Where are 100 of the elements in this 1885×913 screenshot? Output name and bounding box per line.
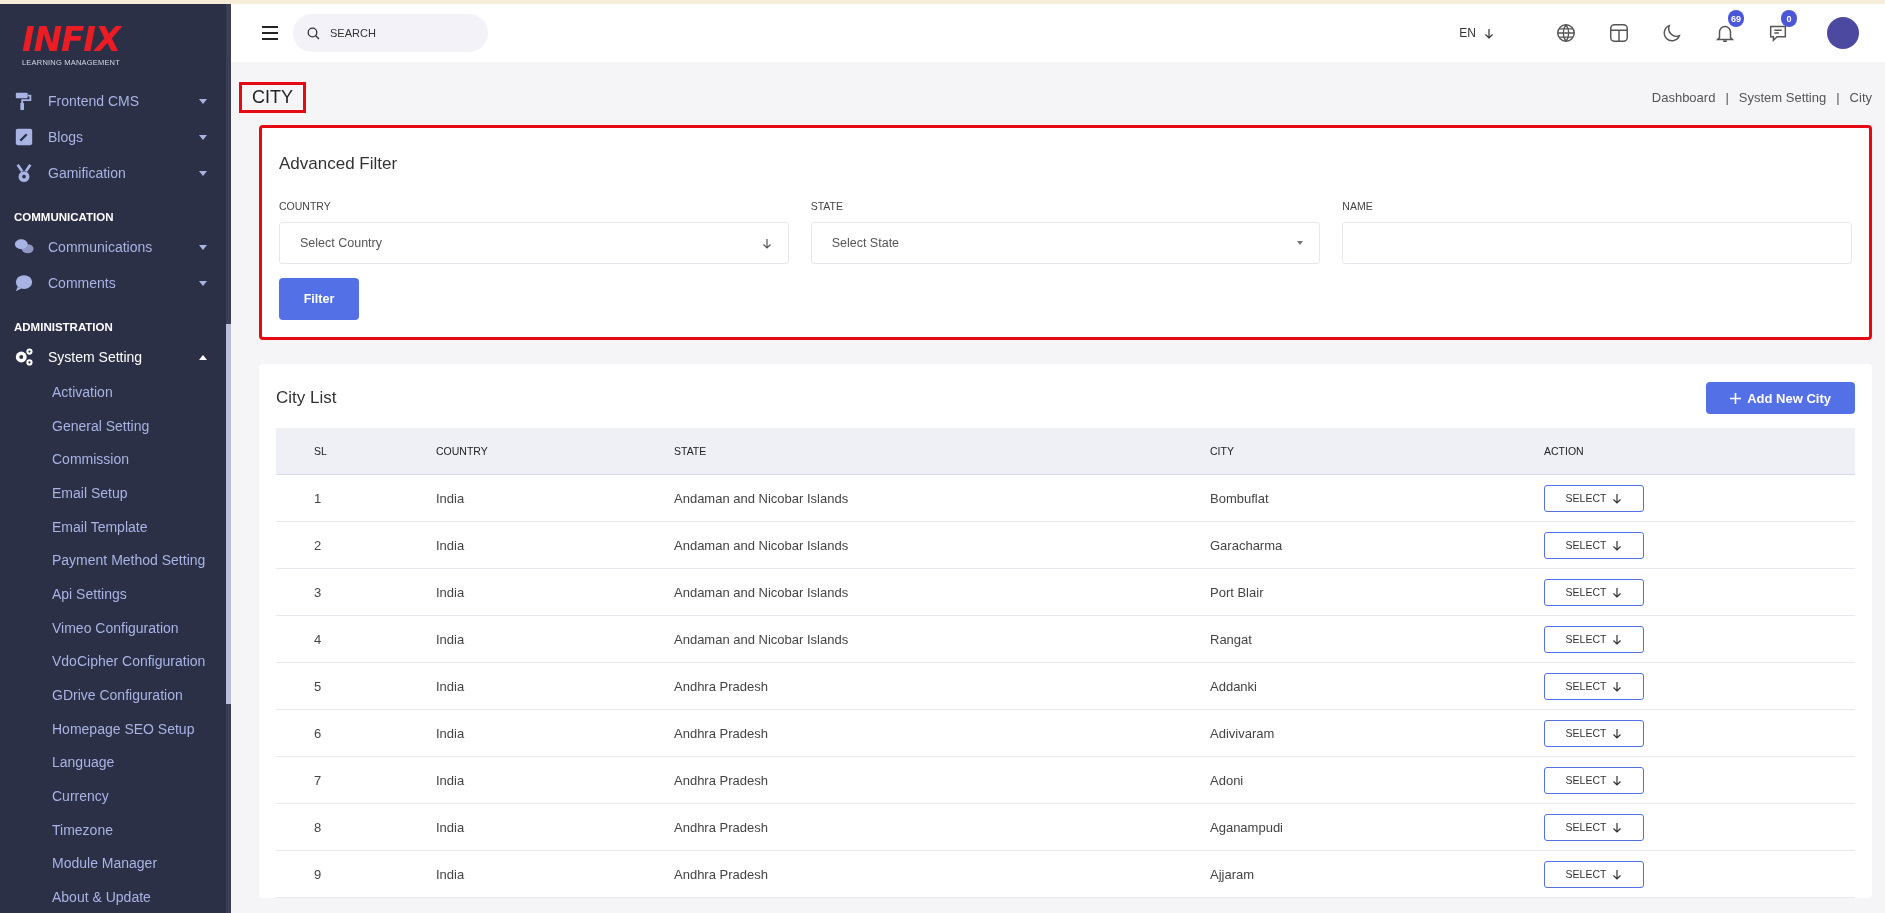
table-cell-text: 9 <box>313 866 323 882</box>
page-title: CITY <box>239 82 306 113</box>
card-title: Advanced Filter <box>279 154 399 174</box>
table-cell-text: Andhra Pradesh <box>674 819 769 835</box>
select-button[interactable]: SELECT <box>1544 531 1644 559</box>
sidebar-item[interactable]: Frontend CMS <box>0 83 225 119</box>
arrow-down-icon <box>1612 680 1623 692</box>
arrow-down-icon <box>1612 821 1623 833</box>
breadcrumb-link[interactable]: System Setting <box>1738 90 1827 105</box>
arrow-down-icon <box>1484 27 1494 39</box>
submenu-item[interactable]: Timezone <box>0 812 225 847</box>
submenu-item[interactable]: Currency <box>0 779 225 813</box>
field-label: COUNTRY <box>279 200 332 212</box>
sidebar-item[interactable]: Blogs <box>0 119 225 155</box>
table-cell-text: Andhra Pradesh <box>674 772 769 788</box>
sidebar-item[interactable]: Communications <box>0 229 225 265</box>
input-field[interactable] <box>1342 222 1852 264</box>
table-cell-text: India <box>436 537 466 553</box>
column-header: COUNTRY <box>436 445 489 457</box>
select-field[interactable]: Select State <box>810 222 1321 264</box>
breadcrumb-link[interactable]: Dashboard <box>1651 90 1716 105</box>
layout-icon[interactable] <box>1608 22 1630 44</box>
submenu-item[interactable]: General Setting <box>0 408 225 443</box>
arrow-down-icon <box>1612 774 1623 786</box>
select-button[interactable]: SELECT <box>1544 484 1644 512</box>
table-cell-text: Andaman and Nicobar Islands <box>674 631 850 647</box>
arrow-down-icon <box>761 237 772 249</box>
table-cell-text: 3 <box>313 584 323 600</box>
moon-icon[interactable] <box>1661 22 1683 44</box>
table-cell-text: India <box>436 631 466 647</box>
breadcrumb-link[interactable]: City <box>1849 90 1872 105</box>
submenu-item[interactable]: Commission <box>0 442 225 477</box>
table-cell-text: Adivivaram <box>1210 725 1276 741</box>
select-button[interactable]: SELECT <box>1544 578 1644 606</box>
arrow-down-icon <box>1612 633 1623 645</box>
table-cell-text: Adoni <box>1210 772 1245 788</box>
message-badge: 0 <box>1781 10 1797 27</box>
submenu-item[interactable]: Module Manager <box>0 846 225 881</box>
field-label: STATE <box>810 200 844 212</box>
add-city-button[interactable]: Add New City <box>1706 382 1855 414</box>
arrow-down-icon <box>1612 868 1623 880</box>
submenu-item[interactable]: Payment Method Setting <box>0 543 225 578</box>
table-cell-text: India <box>436 866 466 882</box>
table-cell-text: 6 <box>313 725 323 741</box>
select-button[interactable]: SELECT <box>1544 719 1644 747</box>
submenu-item[interactable]: Vimeo Configuration <box>0 610 225 645</box>
breadcrumb-separator: | <box>1836 90 1840 105</box>
table-cell-text: India <box>436 772 466 788</box>
menu-icon[interactable] <box>261 26 279 40</box>
sidebar-item[interactable]: System Setting <box>0 339 225 375</box>
column-header: STATE <box>674 445 708 457</box>
table-cell-text: Andhra Pradesh <box>674 725 769 741</box>
roller-icon <box>14 91 34 111</box>
select-button[interactable]: SELECT <box>1544 625 1644 653</box>
scrollbar-thumb[interactable] <box>226 324 231 704</box>
filter-button[interactable]: Filter <box>279 278 359 320</box>
submenu-item[interactable]: Language <box>0 745 225 780</box>
section-heading: COMMUNICATION <box>13 210 115 225</box>
language-selector[interactable]: EN <box>1459 26 1494 40</box>
medal-icon <box>14 163 34 183</box>
submenu-item[interactable]: GDrive Configuration <box>0 678 225 712</box>
notification-badge: 69 <box>1728 10 1744 27</box>
select-button[interactable]: SELECT <box>1544 766 1644 794</box>
submenu-item[interactable]: About & Update <box>0 880 225 913</box>
select-button[interactable]: SELECT <box>1544 813 1644 841</box>
plus-icon <box>1730 392 1742 404</box>
sidebar-item[interactable]: Gamification <box>0 155 225 191</box>
table-cell-text: Port Blair <box>1210 584 1265 600</box>
submenu-item[interactable]: Email Setup <box>0 476 225 510</box>
column-header: CITY <box>1210 445 1235 457</box>
submenu-item[interactable]: Activation <box>0 375 225 409</box>
submenu-item[interactable]: Email Template <box>0 509 225 544</box>
table-cell-text: India <box>436 490 466 506</box>
field-label: NAME <box>1342 200 1374 212</box>
table-cell-text: India <box>436 678 466 694</box>
table-cell-text: Andhra Pradesh <box>674 866 769 882</box>
table-cell-text: 8 <box>313 819 323 835</box>
submenu-item[interactable]: Api Settings <box>0 577 225 611</box>
globe-icon[interactable] <box>1555 22 1577 44</box>
avatar[interactable] <box>1827 17 1859 49</box>
table-cell-text: Aganampudi <box>1210 819 1284 835</box>
select-button[interactable]: SELECT <box>1544 860 1644 888</box>
search-icon <box>307 26 320 40</box>
table-cell-text: India <box>436 725 466 741</box>
arrow-down-icon <box>1612 727 1623 739</box>
table-cell-text: 4 <box>313 631 323 647</box>
table-cell-text: 7 <box>313 772 323 788</box>
section-heading: ADMINISTRATION <box>13 320 114 335</box>
arrow-down-icon <box>1612 586 1623 598</box>
select-button[interactable]: SELECT <box>1544 672 1644 700</box>
gears-icon <box>14 347 34 367</box>
submenu-item[interactable]: Homepage SEO Setup <box>0 711 225 746</box>
select-field[interactable]: Select Country <box>279 222 789 264</box>
table-cell-text: 2 <box>313 537 323 553</box>
table-cell-text: Andaman and Nicobar Islands <box>674 584 850 600</box>
sidebar-item[interactable]: Comments <box>0 265 225 301</box>
submenu-item[interactable]: VdoCipher Configuration <box>0 644 225 679</box>
arrow-down-icon <box>1612 492 1623 504</box>
table-cell-text: Ajjaram <box>1210 866 1256 882</box>
caret-icon <box>1297 241 1304 245</box>
